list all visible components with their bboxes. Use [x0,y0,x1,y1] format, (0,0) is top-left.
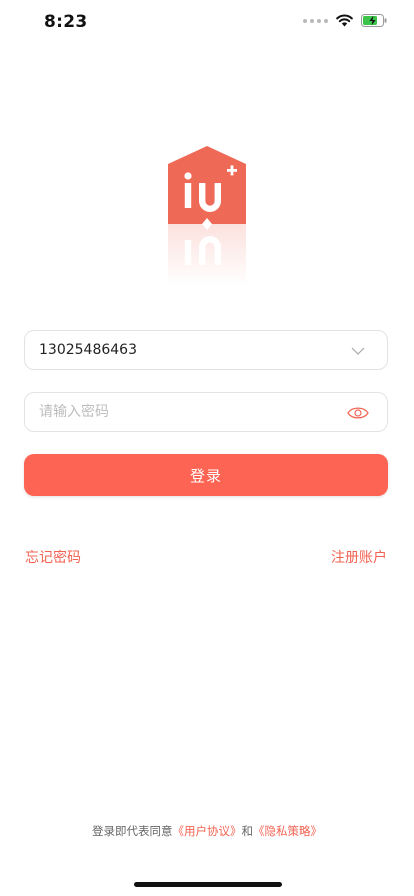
status-time: 8:23 [44,12,88,32]
app-logo [166,146,248,286]
chevron-down-icon[interactable] [347,341,369,361]
status-icons [303,14,388,27]
forgot-password-link[interactable]: 忘记密码 [25,547,81,567]
status-bar: 8:23 [0,0,414,46]
password-input[interactable] [39,393,339,431]
eye-icon[interactable] [347,403,369,423]
wifi-icon [336,14,353,27]
home-indicator [134,882,282,887]
agreement-connector: 和 [241,824,254,838]
signal-dots-icon [303,18,328,23]
privacy-policy-link[interactable]: 《隐私策略》 [253,824,322,838]
account-input[interactable] [39,331,339,369]
user-agreement-link[interactable]: 《用户协议》 [173,824,242,838]
login-button[interactable]: 登录 [24,454,388,496]
battery-charging-icon [361,14,387,27]
agreement-prefix: 登录即代表同意 [92,824,173,838]
password-field[interactable] [24,392,388,432]
register-link[interactable]: 注册账户 [331,547,387,567]
agreement-text: 登录即代表同意《用户协议》和《隐私策略》 [0,823,414,839]
account-field[interactable] [24,330,388,370]
